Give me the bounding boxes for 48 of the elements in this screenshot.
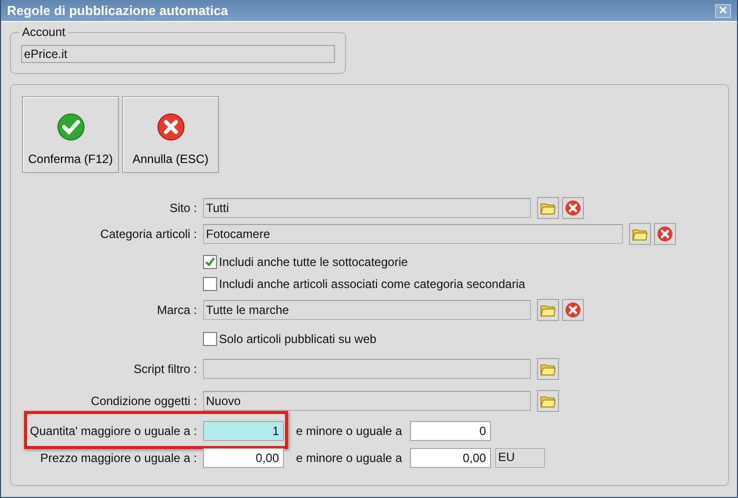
cancel-button[interactable]: Annulla (ESC)	[122, 96, 219, 173]
cancel-icon	[156, 113, 184, 141]
text-field[interactable]: Tutti	[203, 198, 531, 218]
clear-icon	[657, 226, 673, 242]
browse-button[interactable]	[537, 299, 559, 321]
number-field[interactable]: 0,00	[410, 448, 492, 468]
folder-icon	[540, 394, 556, 408]
confirm-button[interactable]: Conferma (F12)	[22, 96, 119, 173]
account-field: ePrice.it	[21, 45, 335, 63]
currency-field: EU	[495, 448, 546, 468]
checkbox-label: Solo articoli pubblicati su web	[219, 331, 376, 348]
browse-button[interactable]	[537, 358, 559, 380]
clear-button[interactable]	[654, 223, 676, 245]
checkbox[interactable]	[203, 332, 217, 346]
field-label: Categoria articoli :	[99, 226, 197, 243]
number-field[interactable]: 0,00	[203, 448, 284, 468]
browse-button[interactable]	[629, 223, 651, 245]
field-label: Sito :	[168, 200, 197, 217]
number-field[interactable]: 0	[410, 421, 492, 441]
checkbox-label: Includi anche articoli associati come categoria secondaria	[219, 276, 526, 293]
number-field[interactable]: 1	[203, 421, 284, 441]
field-label: Marca :	[156, 302, 197, 319]
field-label: Script filtro :	[132, 361, 197, 378]
field-label: Quantita' maggiore o uguale a :	[28, 423, 197, 440]
text-field[interactable]	[203, 359, 531, 379]
folder-icon	[540, 303, 556, 317]
checkbox[interactable]	[203, 255, 217, 269]
text-field[interactable]: Tutte le marche	[203, 300, 531, 320]
group-label: Account	[19, 25, 68, 39]
field-label: Condizione oggetti :	[90, 393, 197, 410]
checkbox[interactable]	[203, 277, 217, 291]
checkbox-label: Includi anche tutte le sottocategorie	[219, 254, 408, 271]
field-label: e minore o uguale a	[296, 423, 402, 440]
field-label: Prezzo maggiore o uguale a :	[39, 450, 197, 467]
clear-icon	[565, 200, 581, 216]
text-field[interactable]: Nuovo	[203, 391, 531, 411]
folder-icon	[632, 227, 648, 241]
field-label: e minore o uguale a	[296, 450, 402, 467]
folder-icon	[540, 201, 556, 215]
text-field[interactable]: Fotocamere	[203, 224, 623, 244]
folder-icon	[540, 362, 556, 376]
clear-icon	[565, 302, 581, 318]
check-icon	[56, 113, 84, 141]
browse-button[interactable]	[537, 197, 559, 219]
clear-button[interactable]	[562, 299, 584, 321]
browse-button[interactable]	[537, 390, 559, 412]
clear-button[interactable]	[562, 197, 584, 219]
window-title: Regole di pubblicazione automatica	[7, 2, 228, 20]
